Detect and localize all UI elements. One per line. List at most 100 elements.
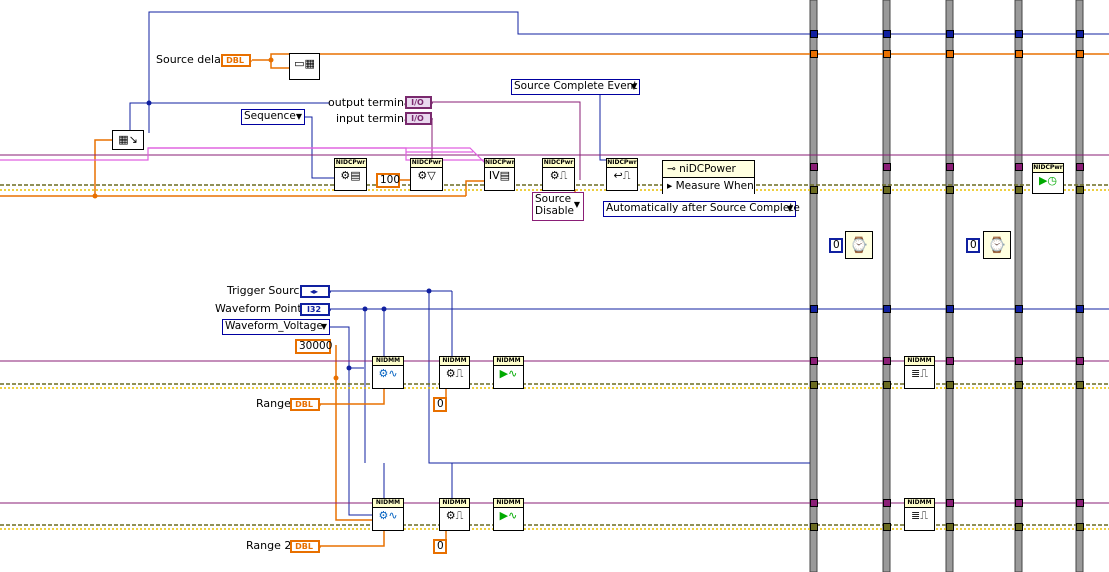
tunnel (946, 186, 954, 194)
range2-terminal[interactable]: DBL (290, 540, 321, 553)
tunnel (1015, 30, 1023, 38)
measure-when-value: Automatically after Source Complete (606, 202, 800, 214)
nidmm-send-trigger-node[interactable]: NIDMM ≣⎍ (904, 356, 935, 389)
property-class-row: ⊸ niDCPower (663, 161, 754, 178)
tunnel (810, 186, 818, 194)
tunnel (1015, 186, 1023, 194)
nidcpwr-sequence-node[interactable]: NIDCPwr ⚙▽ (410, 158, 443, 191)
node-header: NIDMM (373, 499, 403, 508)
trigger-icon: ⚙⎍ (445, 509, 464, 522)
nidcpwr-export-signal-node[interactable]: NIDCPwr ↩⎍ (606, 158, 638, 191)
nidcpwr-measure-node[interactable]: NIDCPwr IV▤ (484, 158, 515, 191)
trigger-icon: ≣⎍ (911, 509, 928, 522)
nidcpwr-initiate-node[interactable]: NIDCPwr ▶◷ (1032, 163, 1064, 194)
constant-30000[interactable]: 30000 (295, 339, 332, 354)
tunnel (1076, 381, 1084, 389)
nidmm-send-trigger-node[interactable]: NIDMM ≣⎍ (904, 498, 935, 531)
wait-timer-icon[interactable]: ⌚ (983, 231, 1011, 259)
property-name-row: ▸ Measure When (663, 178, 754, 194)
source-disable-ring[interactable]: Source Disable ▼ (532, 192, 584, 221)
constant-zero[interactable]: 0 (829, 238, 843, 253)
trigger-source-terminal[interactable]: ◂▸ (300, 285, 331, 298)
nidmm-initiate-node[interactable]: NIDMM ▶∿ (493, 498, 524, 531)
node-header: NIDCPwr (485, 159, 514, 168)
tunnel (810, 163, 818, 171)
tunnel (946, 30, 954, 38)
tunnel (1076, 186, 1084, 194)
source-delay-terminal[interactable]: DBL (221, 54, 252, 67)
measure-when-ring[interactable]: Automatically after Source Complete ▼ (603, 201, 800, 217)
play-icon: ▶∿ (499, 367, 518, 380)
tunnel (883, 305, 891, 313)
waveform-voltage-value: Waveform_Voltage (225, 320, 323, 332)
wait-timer-icon[interactable]: ⌚ (845, 231, 873, 259)
iv-icon: IV▤ (488, 169, 511, 182)
dropdown-arrow-icon: ▼ (320, 322, 327, 331)
tunnel (810, 50, 818, 58)
tunnel (810, 305, 818, 313)
range2-label: Range 2 (246, 539, 292, 552)
node-header: NIDCPwr (543, 159, 574, 168)
step-icon: ⚙⎍ (549, 169, 568, 182)
waveform-voltage-ring[interactable]: Waveform_Voltage ▼ (222, 319, 330, 335)
plug-icon: ⊸ (667, 163, 680, 175)
node-header: NIDCPwr (1033, 164, 1063, 173)
tunnel (946, 163, 954, 171)
dropdown-arrow-icon: ▼ (573, 200, 580, 209)
nidmm-configure-trigger-node[interactable]: NIDMM ⚙⎍ (439, 498, 470, 531)
block-diagram: Source delay output terminal input termi… (0, 0, 1109, 572)
orange-wires (0, 53, 1109, 547)
source-complete-event-value: Source Complete Event (514, 80, 638, 92)
constant-zero[interactable]: 0 (966, 238, 980, 253)
play-icon: ▶◷ (1038, 174, 1058, 187)
range-terminal[interactable]: DBL (290, 398, 321, 411)
constant-100[interactable]: 100 (376, 173, 400, 188)
tunnel (1076, 305, 1084, 313)
node-header: NIDMM (494, 499, 523, 508)
array-icon: ▦↘ (118, 133, 138, 146)
sequence-icon: ⚙▽ (417, 169, 436, 182)
ring-type-label: ◂▸ (309, 287, 319, 296)
tunnel (810, 499, 818, 507)
node-header: NIDMM (373, 357, 403, 366)
tunnel (946, 305, 954, 313)
dropdown-arrow-icon: ▼ (295, 112, 302, 121)
trigger-source-label: Trigger Source (227, 284, 307, 297)
nidcpwr-configure-node[interactable]: NIDCPwr ⚙▤ (334, 158, 367, 191)
constant-zero[interactable]: 0 (433, 539, 447, 554)
node-header: NIDMM (440, 357, 469, 366)
output-terminal-control[interactable]: I/O (405, 96, 433, 109)
index-array-node[interactable]: ▦↘ (112, 130, 144, 150)
play-icon: ▶∿ (499, 509, 518, 522)
sequence-ring[interactable]: Sequence ▼ (241, 109, 305, 125)
tunnel (883, 499, 891, 507)
tunnel (946, 357, 954, 365)
tunnel (1015, 381, 1023, 389)
tunnel (810, 357, 818, 365)
tunnel (810, 381, 818, 389)
nidmm-configure-trigger-node[interactable]: NIDMM ⚙⎍ (439, 356, 470, 389)
build-array-node[interactable]: ▭▦ (289, 53, 320, 80)
dbl-type-label: DBL (295, 400, 313, 409)
input-terminal-control[interactable]: I/O (405, 112, 433, 125)
node-header: NIDMM (440, 499, 469, 508)
waveform-points-terminal[interactable]: I32 (300, 303, 331, 316)
nidmm-initiate-node[interactable]: NIDMM ▶∿ (493, 356, 524, 389)
source-delay-label: Source delay (156, 53, 228, 66)
waveform-icon: ⚙∿ (378, 367, 398, 380)
tunnel (1015, 357, 1023, 365)
source-complete-event-ring[interactable]: Source Complete Event ▼ (511, 79, 640, 95)
constant-zero[interactable]: 0 (433, 397, 447, 412)
trigger-icon: ⚙⎍ (445, 367, 464, 380)
property-node[interactable]: ⊸ niDCPower ▸ Measure When (662, 160, 755, 194)
error-wires (0, 184, 1109, 530)
arrow-icon: ▸ (667, 180, 676, 192)
tunnel (883, 381, 891, 389)
nidmm-configure-waveform-node[interactable]: NIDMM ⚙∿ (372, 498, 404, 531)
nidcpwr-output-node[interactable]: NIDCPwr ⚙⎍ (542, 158, 575, 191)
nidmm-configure-waveform-node[interactable]: NIDMM ⚙∿ (372, 356, 404, 389)
configure-icon: ⚙▤ (340, 169, 361, 182)
sequence-frames (809, 0, 1084, 572)
waveform-points-label: Waveform Points (215, 302, 308, 315)
node-header: NIDMM (905, 357, 934, 366)
